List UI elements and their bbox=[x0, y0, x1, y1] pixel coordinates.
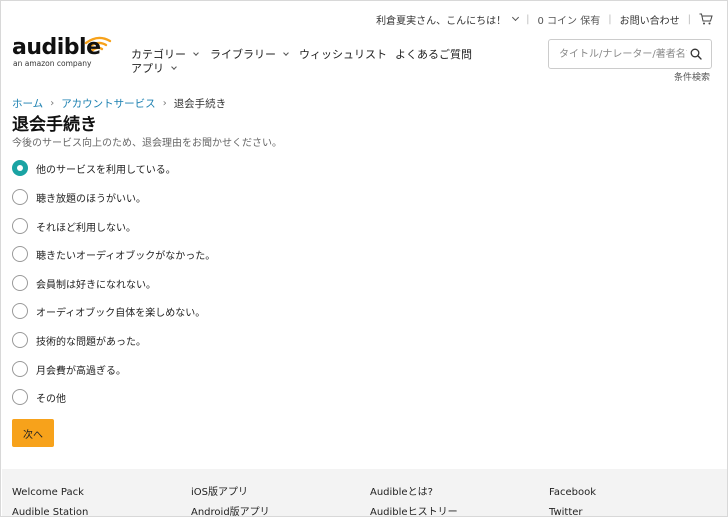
radio-circle[interactable] bbox=[12, 189, 28, 205]
divider: | bbox=[687, 13, 691, 25]
chevron-right-icon: › bbox=[162, 98, 167, 109]
reason-label[interactable]: それほど利用しない。 bbox=[36, 219, 136, 234]
nav-wishlist-label: ウィッシュリスト bbox=[299, 48, 387, 61]
chevron-down-icon bbox=[171, 63, 177, 70]
radio-circle[interactable] bbox=[12, 275, 28, 291]
footer-link[interactable]: Android版アプリ bbox=[191, 503, 270, 516]
chevron-right-icon: › bbox=[50, 98, 55, 109]
search-icon[interactable] bbox=[690, 48, 702, 60]
advanced-search-link[interactable]: 条件検索 bbox=[674, 70, 710, 83]
breadcrumb: ホーム › アカウントサービス › 退会手続き bbox=[12, 96, 226, 111]
nav-library[interactable]: ライブラリー bbox=[210, 46, 289, 62]
radio-circle[interactable] bbox=[12, 303, 28, 319]
nav-apps-label: アプリ bbox=[131, 62, 164, 75]
reason-radio-8[interactable]: 月会費が高過ぎる。 bbox=[12, 361, 126, 377]
reason-label[interactable]: 月会費が高過ぎる。 bbox=[36, 362, 126, 377]
nav-library-label: ライブラリー bbox=[210, 48, 276, 61]
nav-wishlist[interactable]: ウィッシュリスト bbox=[299, 46, 387, 62]
reason-label[interactable]: 他のサービスを利用している。 bbox=[36, 161, 176, 176]
reason-radio-6[interactable]: オーディオブック自体を楽しめない。 bbox=[12, 303, 205, 319]
reason-radio-7[interactable]: 技術的な問題があった。 bbox=[12, 332, 146, 348]
logo-tagline: an amazon company bbox=[13, 59, 92, 68]
reason-label[interactable]: 会員制は好きになれない。 bbox=[36, 276, 156, 291]
footer-column-2: iOS版アプリ Android版アプリ bbox=[191, 483, 270, 516]
radio-circle[interactable] bbox=[12, 361, 28, 377]
greeting-text: 利倉夏実さん、こんにちは！ bbox=[376, 15, 507, 27]
reason-label[interactable]: その他 bbox=[36, 390, 66, 405]
chevron-down-icon bbox=[512, 13, 520, 22]
utility-bar: 利倉夏実さん、こんにちは！ | 0 コイン 保有 | お問い合わせ | bbox=[376, 11, 713, 27]
footer-link[interactable]: iOS版アプリ bbox=[191, 483, 270, 503]
page-frame: 利倉夏実さん、こんにちは！ | 0 コイン 保有 | お問い合わせ | audi… bbox=[0, 0, 728, 517]
breadcrumb-home[interactable]: ホーム bbox=[12, 96, 43, 111]
chevron-down-icon bbox=[193, 49, 199, 56]
reason-radio-5[interactable]: 会員制は好きになれない。 bbox=[12, 275, 156, 291]
account-menu[interactable]: 利倉夏実さん、こんにちは！ bbox=[376, 12, 520, 27]
breadcrumb-current: 退会手続き bbox=[173, 98, 227, 110]
contact-link[interactable]: お問い合わせ bbox=[620, 12, 680, 27]
footer-link[interactable]: Audibleヒストリー bbox=[370, 503, 458, 516]
footer-link[interactable]: Welcome Pack bbox=[12, 483, 88, 503]
chevron-down-icon bbox=[283, 49, 289, 56]
page-title: 退会手続き bbox=[12, 115, 97, 135]
audible-logo[interactable]: audible an amazon company bbox=[12, 29, 112, 73]
footer-link[interactable]: Audibleとは? bbox=[370, 483, 458, 503]
cart-icon[interactable] bbox=[699, 13, 713, 25]
reason-radio-2[interactable]: 聴き放題のほうがいい。 bbox=[12, 189, 146, 205]
radio-circle[interactable] bbox=[12, 218, 28, 234]
footer-link[interactable]: Facebook bbox=[549, 483, 596, 503]
logo-wordmark: audible bbox=[12, 35, 101, 60]
radio-circle[interactable] bbox=[12, 160, 28, 176]
reason-label[interactable]: 聴きたいオーディオブックがなかった。 bbox=[36, 247, 215, 262]
search-input[interactable] bbox=[559, 46, 687, 62]
footer-column-4: Facebook Twitter bbox=[549, 483, 596, 516]
breadcrumb-account[interactable]: アカウントサービス bbox=[61, 96, 156, 111]
next-button[interactable]: 次へ bbox=[12, 419, 54, 447]
nav-apps[interactable]: アプリ bbox=[131, 60, 177, 76]
footer-link[interactable]: Audible Station bbox=[12, 503, 88, 516]
footer-column-1: Welcome Pack Audible Station bbox=[12, 483, 88, 516]
page-subtitle: 今後のサービス向上のため、退会理由をお聞かせください。 bbox=[12, 138, 282, 149]
reason-label[interactable]: オーディオブック自体を楽しめない。 bbox=[36, 304, 205, 319]
reason-label[interactable]: 聴き放題のほうがいい。 bbox=[36, 190, 146, 205]
divider: | bbox=[526, 13, 530, 25]
nav-faq[interactable]: よくあるご質問 bbox=[395, 46, 472, 62]
reason-radio-4[interactable]: 聴きたいオーディオブックがなかった。 bbox=[12, 246, 215, 262]
coin-balance[interactable]: 0 コイン 保有 bbox=[538, 12, 601, 27]
radio-circle[interactable] bbox=[12, 246, 28, 262]
reason-radio-1[interactable]: 他のサービスを利用している。 bbox=[12, 160, 176, 176]
reason-radio-3[interactable]: それほど利用しない。 bbox=[12, 218, 136, 234]
footer-column-3: Audibleとは? Audibleヒストリー bbox=[370, 483, 458, 516]
search-box bbox=[548, 39, 712, 69]
reason-radio-9[interactable]: その他 bbox=[12, 389, 66, 405]
divider: | bbox=[608, 13, 612, 25]
nav-faq-label: よくあるご質問 bbox=[395, 48, 472, 61]
footer: Welcome Pack Audible Station iOS版アプリ And… bbox=[2, 469, 727, 516]
radio-circle[interactable] bbox=[12, 332, 28, 348]
footer-link[interactable]: Twitter bbox=[549, 503, 596, 516]
radio-circle[interactable] bbox=[12, 389, 28, 405]
reason-label[interactable]: 技術的な問題があった。 bbox=[36, 333, 146, 348]
